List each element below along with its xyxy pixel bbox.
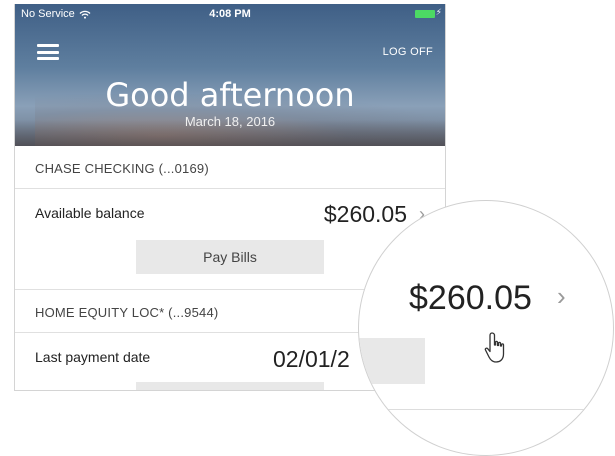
- charging-bolt-icon: ⚡: [435, 7, 442, 17]
- account-title-checking[interactable]: CHASE CHECKING (...0169): [35, 161, 209, 176]
- divider: [15, 188, 445, 189]
- logoff-button[interactable]: LOG OFF: [383, 46, 433, 58]
- account-action-button[interactable]: [136, 382, 324, 390]
- last-payment-date-value: 02/01/2: [273, 346, 350, 372]
- account-title-home-equity[interactable]: HOME EQUITY LOC* (...9544): [35, 305, 218, 320]
- battery-icon: [415, 10, 435, 18]
- zoomed-divider: [359, 409, 613, 410]
- zoomed-button-edge: [359, 338, 425, 384]
- hand-pointer-icon: [484, 332, 505, 363]
- zoomed-chevron-right-icon[interactable]: ›: [557, 281, 566, 312]
- header-hero: No Service 4:08 PM ⚡ LOG OFF Good aftern…: [15, 4, 445, 146]
- zoom-magnifier: $260.05 ›: [358, 200, 614, 456]
- last-payment-date-label: Last payment date: [35, 349, 151, 365]
- available-balance-value[interactable]: $260.05: [324, 201, 407, 228]
- greeting-title: Good afternoon: [105, 76, 355, 114]
- status-time: 4:08 PM: [209, 8, 251, 20]
- available-balance-label: Available balance: [35, 205, 145, 221]
- status-bar: No Service 4:08 PM ⚡: [15, 4, 445, 24]
- zoomed-balance-value[interactable]: $260.05: [409, 279, 532, 318]
- greeting-date: March 18, 2016: [184, 114, 276, 129]
- pay-bills-button[interactable]: Pay Bills: [136, 240, 324, 274]
- hamburger-menu-icon[interactable]: [37, 44, 59, 60]
